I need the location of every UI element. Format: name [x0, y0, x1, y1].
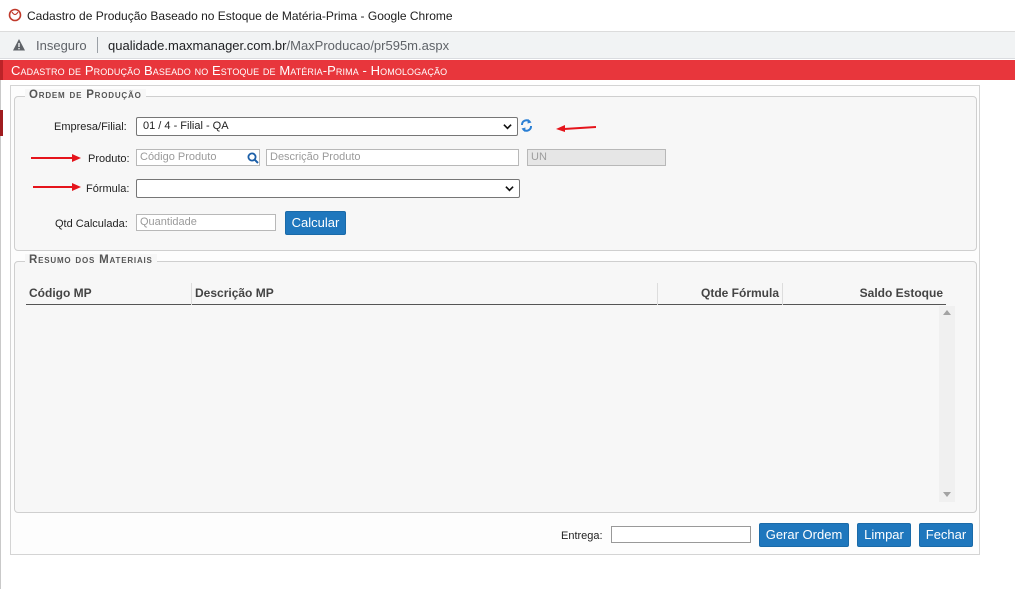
calcular-button[interactable]: Calcular — [285, 211, 346, 235]
search-icon[interactable] — [247, 152, 259, 164]
refresh-icon[interactable] — [519, 117, 534, 134]
left-edge — [0, 80, 3, 589]
page-header: Cadastro de Produção Baseado no Estoque … — [0, 60, 1015, 80]
empresa-label: Empresa/Filial: — [54, 121, 127, 133]
resumo-materiais-legend: Resumo dos Materiais — [25, 254, 157, 266]
limpar-button[interactable]: Limpar — [857, 523, 911, 547]
descricao-produto-input[interactable]: Descrição Produto — [266, 149, 519, 166]
codigo-produto-input[interactable]: Código Produto — [136, 149, 260, 166]
unidade-value: UN — [531, 151, 547, 163]
entrega-label: Entrega: — [561, 530, 603, 542]
main-panel: Ordem de Produção Empresa/Filial: 01 / 4… — [10, 85, 980, 555]
warning-icon[interactable] — [12, 38, 26, 52]
unidade-field: UN — [527, 149, 666, 166]
chevron-down-icon — [505, 186, 514, 192]
produto-label: Produto: — [88, 153, 130, 165]
formula-select[interactable] — [136, 179, 520, 198]
url-host: qualidade.maxmanager.com.br — [108, 38, 287, 53]
window-title: Cadastro de Produção Baseado no Estoque … — [27, 9, 453, 23]
quantidade-placeholder: Quantidade — [140, 216, 197, 228]
descricao-produto-placeholder: Descrição Produto — [270, 151, 361, 163]
codigo-produto-placeholder: Código Produto — [140, 151, 217, 163]
scroll-up-icon[interactable] — [943, 310, 951, 315]
browser-titlebar: Cadastro de Produção Baseado no Estoque … — [0, 0, 1015, 32]
scroll-down-icon[interactable] — [943, 492, 951, 497]
address-divider — [97, 37, 98, 53]
chrome-app-icon — [8, 8, 22, 22]
col-saldo-estoque[interactable]: Saldo Estoque — [783, 283, 946, 305]
address-bar[interactable]: Inseguro qualidade.maxmanager.com.br/Max… — [0, 32, 1015, 59]
empresa-select[interactable]: 01 / 4 - Filial - QA — [136, 117, 518, 136]
ordem-producao-legend: Ordem de Produção — [25, 89, 146, 101]
fechar-button[interactable]: Fechar — [919, 523, 973, 547]
formula-label: Fórmula: — [86, 183, 130, 195]
empresa-select-value: 01 / 4 - Filial - QA — [143, 120, 229, 132]
resumo-materiais-fieldset: Resumo dos Materiais Código MP Descrição… — [14, 254, 977, 513]
annotation-arrow-produto — [31, 154, 81, 162]
materiais-table-header: Código MP Descrição MP Qtde Fórmula Sald… — [26, 283, 946, 305]
col-codigo-mp[interactable]: Código MP — [26, 283, 191, 305]
qtd-calculada-label: Qtd Calculada: — [55, 218, 128, 230]
annotation-arrow-empresa — [556, 125, 596, 132]
gerar-ordem-button[interactable]: Gerar Ordem — [759, 523, 849, 547]
page-title: Cadastro de Produção Baseado no Estoque … — [11, 63, 448, 78]
col-descricao-mp[interactable]: Descrição MP — [192, 283, 657, 305]
materiais-table-body — [26, 306, 966, 502]
url-text[interactable]: qualidade.maxmanager.com.br/MaxProducao/… — [108, 38, 449, 53]
url-path: /MaxProducao/pr595m.aspx — [286, 38, 450, 53]
annotation-arrow-formula — [33, 183, 81, 191]
left-edge-marker — [0, 110, 3, 136]
chevron-down-icon — [503, 124, 512, 130]
materiais-table-scrollbar[interactable] — [939, 306, 955, 502]
col-qtde-formula[interactable]: Qtde Fórmula — [658, 283, 782, 305]
ordem-producao-fieldset: Ordem de Produção Empresa/Filial: 01 / 4… — [14, 89, 977, 251]
entrega-input[interactable] — [611, 526, 751, 543]
quantidade-input[interactable]: Quantidade — [136, 214, 276, 231]
security-label[interactable]: Inseguro — [36, 38, 87, 53]
